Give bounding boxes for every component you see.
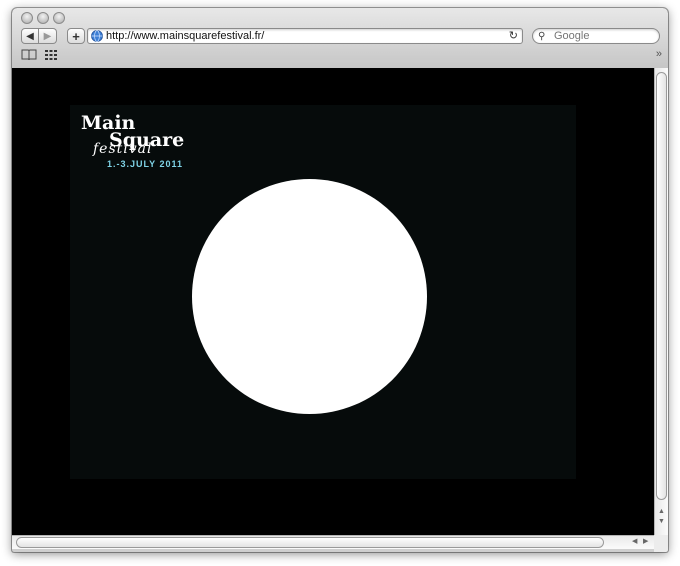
vertical-scroll-thumb[interactable]: [656, 72, 667, 500]
globe-icon: [91, 30, 103, 42]
minimize-window-button[interactable]: [37, 12, 49, 24]
scroll-down-arrow-icon[interactable]: ▼: [658, 518, 665, 525]
resize-grip-icon[interactable]: [654, 535, 668, 552]
scroll-up-arrow-icon[interactable]: ▲: [658, 508, 665, 515]
browser-window: ◀ ▶ + http://www.mainsquarefestival.fr/ …: [12, 8, 668, 552]
back-arrow-icon: ◀: [26, 30, 34, 42]
horizontal-scroll-thumb[interactable]: [16, 537, 604, 548]
vertical-scrollbar[interactable]: ▲ ▼: [654, 68, 668, 535]
back-button[interactable]: ◀: [21, 28, 39, 44]
search-field[interactable]: ⚲: [532, 28, 660, 44]
forward-arrow-icon: ▶: [43, 30, 52, 42]
web-page-content: Main Square festival 1.-3.JULY 2011: [12, 68, 654, 535]
bookmarks-overflow-icon[interactable]: »: [656, 48, 662, 60]
add-bookmark-button[interactable]: +: [67, 28, 85, 44]
bookmarks-book-icon[interactable]: [21, 49, 37, 61]
browser-toolbar: ◀ ▶ + http://www.mainsquarefestival.fr/ …: [12, 8, 668, 69]
logo-festival-script: festival: [93, 141, 153, 157]
close-window-button[interactable]: [21, 12, 33, 24]
scroll-right-arrow-icon[interactable]: ▶: [643, 537, 648, 545]
loading-circle: [192, 179, 427, 414]
horizontal-scrollbar[interactable]: ◀ ▶: [12, 535, 654, 549]
plus-icon: +: [72, 28, 80, 44]
address-bar[interactable]: http://www.mainsquarefestival.fr/ ↻: [87, 28, 523, 44]
festival-dates: 1.-3.JULY 2011: [107, 159, 184, 169]
forward-button[interactable]: ▶: [39, 28, 57, 44]
flash-stage: Main Square festival 1.-3.JULY 2011: [70, 105, 576, 479]
top-sites-grid-icon[interactable]: [45, 50, 57, 60]
url-text[interactable]: http://www.mainsquarefestival.fr/: [106, 30, 264, 43]
status-bar: [12, 549, 654, 552]
scroll-left-arrow-icon[interactable]: ◀: [632, 537, 637, 545]
search-icon: ⚲: [538, 31, 546, 42]
reload-icon[interactable]: ↻: [509, 29, 518, 43]
search-input[interactable]: [554, 29, 654, 43]
zoom-window-button[interactable]: [53, 12, 65, 24]
